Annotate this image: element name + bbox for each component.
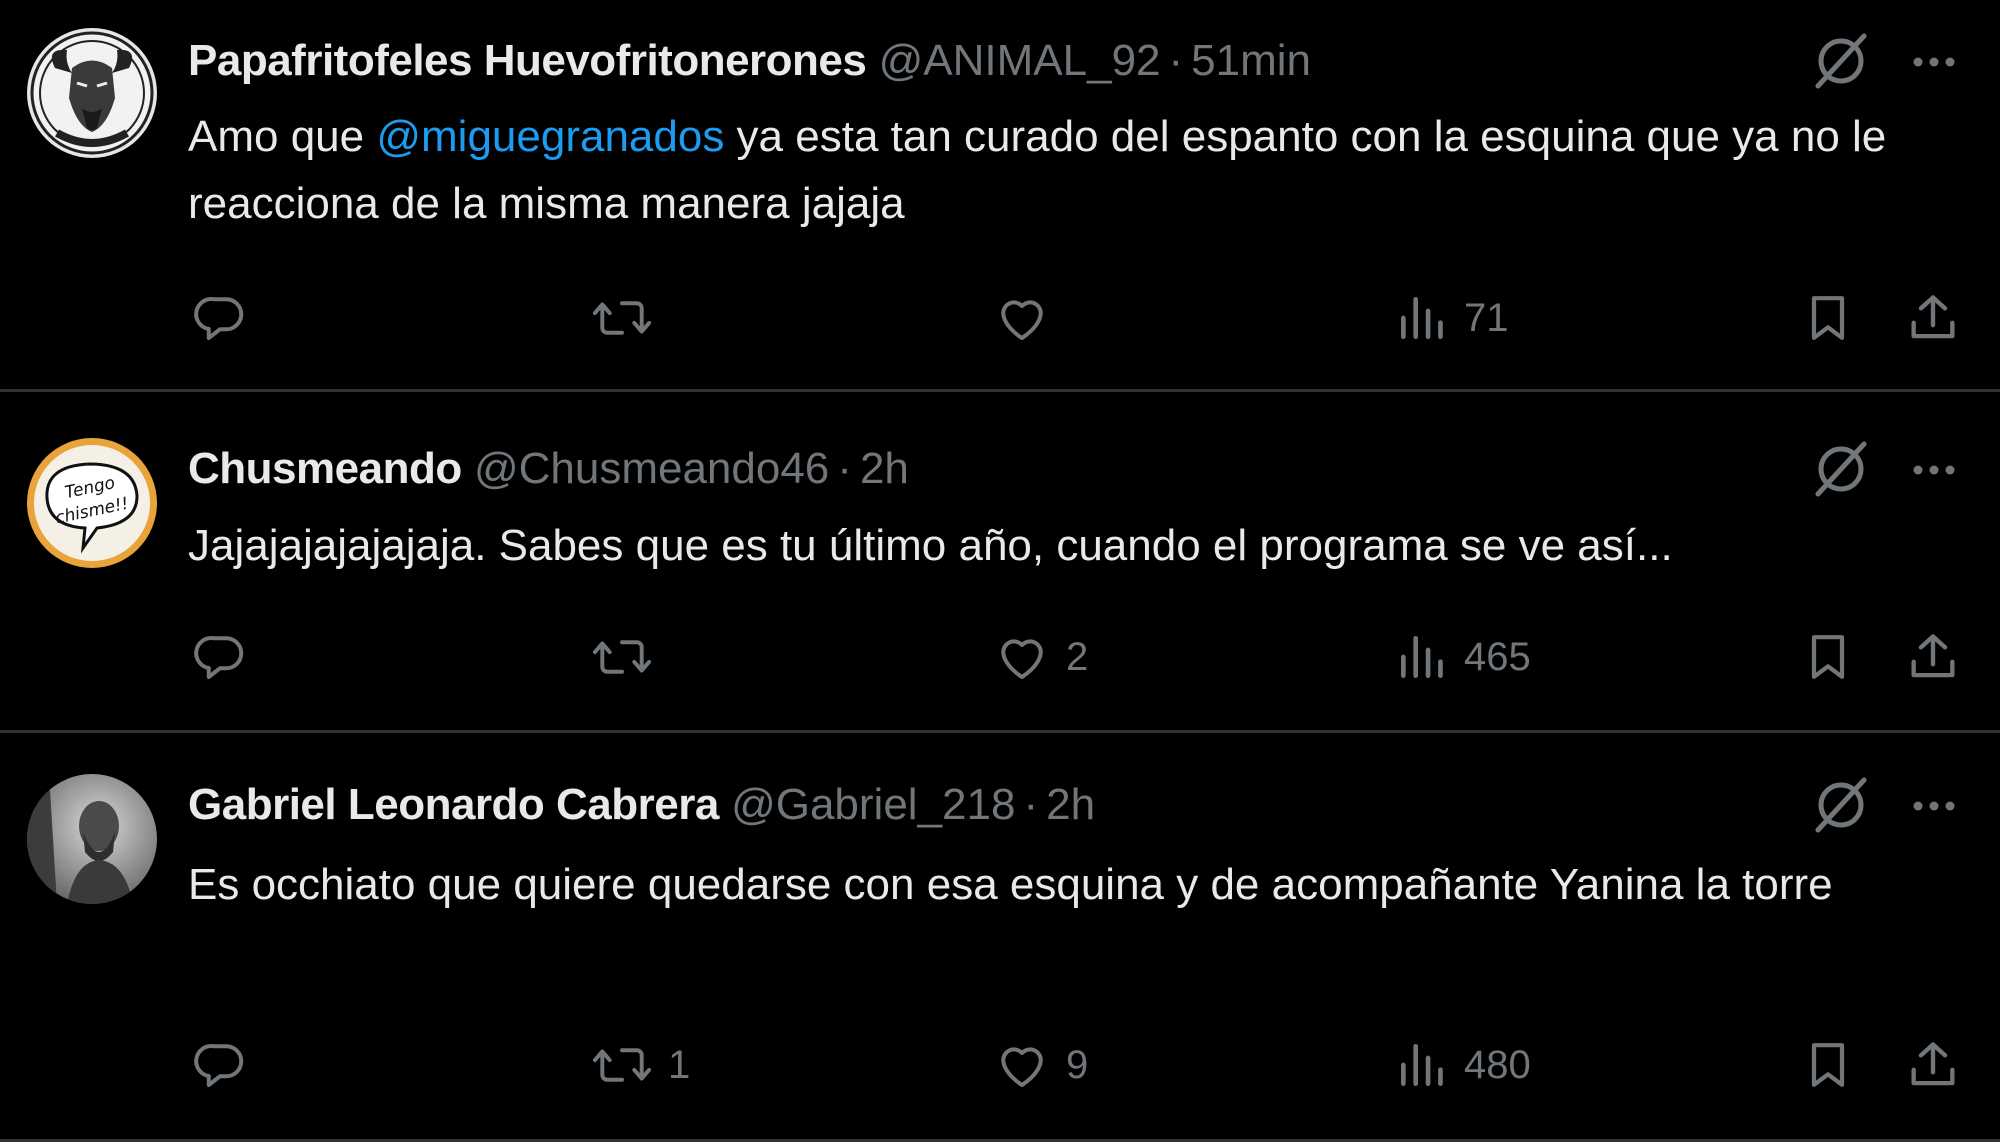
share-icon bbox=[1911, 1042, 1955, 1086]
reply-icon bbox=[194, 297, 244, 340]
separator-dot: · bbox=[1168, 36, 1184, 85]
post-actions: 2 465 bbox=[0, 622, 2000, 692]
reply-icon bbox=[194, 1044, 244, 1087]
bookmark-icon bbox=[1811, 635, 1845, 679]
avatar-gabriel[interactable] bbox=[27, 774, 157, 904]
share-button[interactable] bbox=[1904, 622, 1962, 692]
bookmark-button[interactable] bbox=[1800, 622, 1856, 692]
repost-icon bbox=[592, 640, 652, 674]
post-1[interactable]: Papafritofeles Huevofritonerones @ANIMAL… bbox=[0, 0, 2000, 390]
separator-dot: · bbox=[837, 444, 852, 493]
repost-button[interactable]: 1 bbox=[590, 1030, 690, 1100]
heart-icon bbox=[1001, 300, 1043, 340]
post-header: Papafritofeles Huevofritonerones @ANIMAL… bbox=[188, 31, 1311, 91]
post-2[interactable]: Tengo chisme!! Chusmeando @Chusmeando46 ·… bbox=[0, 392, 2000, 730]
views-icon bbox=[1401, 297, 1443, 339]
repost-button[interactable] bbox=[590, 622, 668, 692]
heart-icon bbox=[1001, 1047, 1043, 1087]
bookmark-icon bbox=[1811, 1043, 1845, 1087]
animal-avatar-image bbox=[27, 28, 157, 158]
like-button[interactable] bbox=[992, 283, 1066, 353]
views-button[interactable]: 465 bbox=[1394, 622, 1531, 692]
grok-icon[interactable] bbox=[1810, 30, 1872, 92]
author-handle[interactable]: @Gabriel_218 bbox=[731, 780, 1015, 829]
more-icon[interactable] bbox=[1906, 34, 1962, 90]
grok-icon[interactable] bbox=[1810, 438, 1872, 500]
views-count: 71 bbox=[1464, 295, 1509, 340]
post-text: Es occhiato que quiere quedarse con esa … bbox=[188, 860, 1833, 909]
post-time[interactable]: 2h bbox=[1046, 780, 1095, 829]
views-button[interactable]: 480 bbox=[1394, 1030, 1531, 1100]
reply-button[interactable] bbox=[190, 622, 264, 692]
post-text-start: Amo que bbox=[188, 112, 377, 161]
bookmark-button[interactable] bbox=[1800, 283, 1856, 353]
reply-button[interactable] bbox=[190, 1030, 264, 1100]
author-name[interactable]: Chusmeando bbox=[188, 444, 462, 493]
share-button[interactable] bbox=[1904, 283, 1962, 353]
repost-icon bbox=[592, 1048, 652, 1082]
author-name[interactable]: Papafritofeles Huevofritonerones bbox=[188, 36, 867, 85]
repost-button[interactable] bbox=[590, 283, 668, 353]
more-icon[interactable] bbox=[1906, 442, 1962, 498]
separator-dot: · bbox=[1023, 780, 1039, 829]
grok-icon[interactable] bbox=[1810, 774, 1872, 836]
repost-icon bbox=[592, 301, 652, 335]
author-name[interactable]: Gabriel Leonardo Cabrera bbox=[188, 780, 719, 829]
views-icon bbox=[1401, 636, 1443, 678]
like-count: 9 bbox=[1066, 1042, 1089, 1087]
share-icon bbox=[1911, 634, 1955, 678]
views-button[interactable]: 71 bbox=[1394, 283, 1509, 353]
chusmeando-avatar-image: Tengo chisme!! bbox=[27, 438, 157, 568]
avatar-chusmeando[interactable]: Tengo chisme!! bbox=[27, 438, 157, 568]
like-count: 2 bbox=[1066, 634, 1089, 679]
post-time[interactable]: 2h bbox=[860, 444, 909, 493]
share-button[interactable] bbox=[1904, 1030, 1962, 1100]
post-text: Amo que @miguegranados ya esta tan curad… bbox=[188, 103, 1968, 237]
post-time[interactable]: 51min bbox=[1191, 36, 1311, 85]
share-icon bbox=[1911, 295, 1955, 339]
reply-icon bbox=[194, 636, 244, 679]
views-count: 480 bbox=[1464, 1042, 1531, 1087]
post-actions: 1 9 480 bbox=[0, 1030, 2000, 1100]
post-3[interactable]: Gabriel Leonardo Cabrera @Gabriel_218 · 2h… bbox=[0, 733, 2000, 1142]
like-button[interactable]: 2 bbox=[992, 622, 1088, 692]
views-icon bbox=[1401, 1044, 1443, 1086]
post-header: Gabriel Leonardo Cabrera @Gabriel_218 · 2h bbox=[188, 775, 1095, 835]
avatar-animal[interactable] bbox=[27, 28, 157, 158]
post-text: Jajajajajajajaja. Sabes que es tu último… bbox=[188, 521, 1673, 570]
reply-button[interactable] bbox=[190, 283, 264, 353]
views-count: 465 bbox=[1464, 634, 1531, 679]
repost-count: 1 bbox=[668, 1042, 691, 1087]
post-actions: 71 bbox=[0, 283, 2000, 353]
author-handle[interactable]: @ANIMAL_92 bbox=[879, 36, 1161, 85]
like-button[interactable]: 9 bbox=[992, 1030, 1088, 1100]
author-handle[interactable]: @Chusmeando46 bbox=[474, 444, 829, 493]
post-header: Chusmeando @Chusmeando46 · 2h bbox=[188, 439, 909, 499]
more-icon[interactable] bbox=[1906, 778, 1962, 834]
mention-link[interactable]: @miguegranados bbox=[376, 112, 724, 161]
gabriel-avatar-image bbox=[27, 774, 157, 904]
bookmark-icon bbox=[1811, 296, 1845, 340]
bookmark-button[interactable] bbox=[1800, 1030, 1856, 1100]
heart-icon bbox=[1001, 639, 1043, 679]
